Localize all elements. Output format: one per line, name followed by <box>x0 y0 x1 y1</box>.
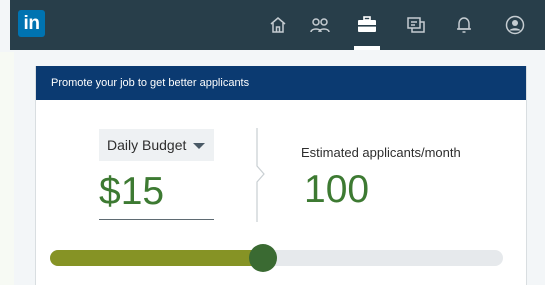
home-icon[interactable] <box>264 11 292 39</box>
estimated-applicants-value: 100 <box>304 168 370 211</box>
budget-slider-fill <box>50 250 263 266</box>
profile-avatar-icon[interactable] <box>501 11 529 39</box>
jobs-briefcase-icon[interactable] <box>353 11 381 39</box>
estimated-applicants-label: Estimated applicants/month <box>301 145 461 160</box>
daily-budget-label: Daily Budget <box>107 137 187 153</box>
section-divider <box>256 128 265 222</box>
budget-slider-track[interactable] <box>50 244 503 272</box>
top-navigation-bar: in <box>10 0 545 50</box>
budget-value[interactable]: $15 <box>99 168 164 216</box>
daily-budget-dropdown[interactable]: Daily Budget <box>99 129 214 161</box>
my-network-icon[interactable] <box>306 11 334 39</box>
promote-job-card: Promote your job to get better applicant… <box>35 66 527 285</box>
card-title: Promote your job to get better applicant… <box>51 77 250 89</box>
card-header: Promote your job to get better applicant… <box>36 66 526 100</box>
chevron-down-icon <box>193 143 205 149</box>
active-tab-indicator <box>354 46 380 50</box>
page-background-strip <box>0 52 14 285</box>
linkedin-logo[interactable]: in <box>18 10 45 37</box>
budget-input-underline <box>99 219 214 220</box>
budget-slider-handle[interactable] <box>248 244 277 272</box>
messaging-icon[interactable] <box>402 11 430 39</box>
notifications-bell-icon[interactable] <box>450 11 478 39</box>
